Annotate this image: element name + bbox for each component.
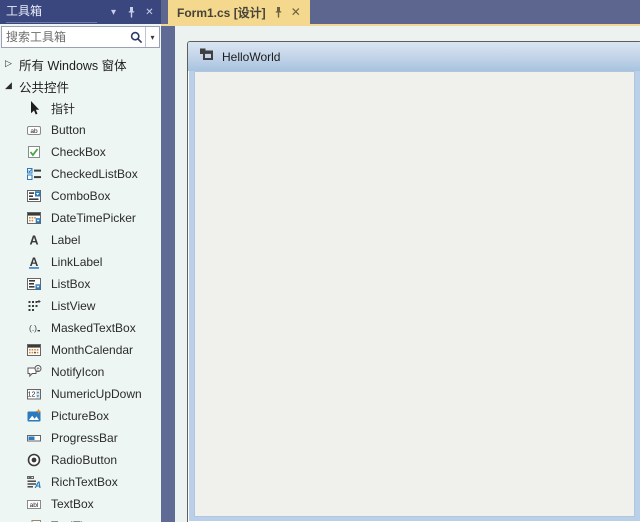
toolbox-item-checkedlistbox[interactable]: CheckedListBox: [0, 163, 161, 185]
tab-close-icon[interactable]: ✕: [291, 5, 301, 19]
monthcalendar-icon: [26, 342, 42, 358]
listview-icon: [26, 298, 42, 314]
svg-text:A: A: [34, 480, 42, 490]
linklabel-icon: A: [26, 254, 42, 270]
search-options-chevron-icon[interactable]: ▾: [146, 33, 159, 42]
toolbox-item-numericupdown[interactable]: 12 NumericUpDown: [0, 383, 161, 405]
toolbox-item-notifyicon[interactable]: e NotifyIcon: [0, 361, 161, 383]
designed-form-window[interactable]: HelloWorld: [187, 41, 640, 522]
toolbox-item-combobox[interactable]: ComboBox: [0, 185, 161, 207]
toolbox-item-progressbar[interactable]: ProgressBar: [0, 427, 161, 449]
tree-expanded-icon[interactable]: ◢: [5, 81, 16, 91]
svg-text:(.): (.): [29, 323, 37, 333]
tooltip-icon: [26, 518, 42, 522]
form-title: HelloWorld: [222, 50, 280, 64]
document-tabstrip: Form1.cs [设计] ✕: [161, 0, 640, 26]
toolbox-titlebar[interactable]: 工具箱 ▾ ✕: [0, 0, 161, 24]
toolbox-search-box: ▾: [1, 26, 160, 48]
combobox-icon: [26, 188, 42, 204]
toolbox-item-richtextbox[interactable]: A RichTextBox: [0, 471, 161, 493]
tab-label: Form1.cs [设计]: [177, 4, 266, 21]
progressbar-icon: [26, 430, 42, 446]
form-titlebar: HelloWorld: [188, 42, 640, 71]
svg-text:abl: abl: [30, 502, 39, 509]
toolbox-item-monthcalendar[interactable]: MonthCalendar: [0, 339, 161, 361]
button-icon: ab: [26, 122, 42, 138]
toolbox-panel: 工具箱 ▾ ✕ ▾ ▷ 所有 Windows 窗体 ◢: [0, 0, 161, 522]
toolbox-item-pointer[interactable]: 指针: [0, 97, 161, 119]
vs-ide-window: 工具箱 ▾ ✕ ▾ ▷ 所有 Windows 窗体 ◢: [0, 0, 640, 522]
tab-form1-design[interactable]: Form1.cs [设计] ✕: [168, 0, 310, 24]
svg-text:12: 12: [28, 392, 36, 399]
document-body: HelloWorld: [161, 26, 640, 522]
toolbox-item-tooltip[interactable]: ToolTip: [0, 515, 161, 522]
toolbox-item-datetimepicker[interactable]: DateTimePicker: [0, 207, 161, 229]
form-icon: [198, 46, 214, 67]
radiobutton-icon: [26, 452, 42, 468]
search-icon[interactable]: [128, 31, 145, 44]
notifyicon-icon: e: [26, 364, 42, 380]
tree-collapsed-icon[interactable]: ▷: [5, 59, 16, 69]
svg-text:A: A: [30, 255, 39, 269]
toolbox-item-checkbox[interactable]: CheckBox: [0, 141, 161, 163]
panel-splitter[interactable]: [161, 26, 175, 522]
svg-text:A: A: [29, 234, 38, 248]
toolbox-list: ▷ 所有 Windows 窗体 ◢ 公共控件 指针 ab Button: [0, 50, 161, 522]
numericupdown-icon: 12: [26, 386, 42, 402]
close-icon[interactable]: ✕: [142, 5, 157, 20]
toolbox-item-radiobutton[interactable]: RadioButton: [0, 449, 161, 471]
toolbox-item-linklabel[interactable]: A LinkLabel: [0, 251, 161, 273]
category-all-windows-forms[interactable]: ▷ 所有 Windows 窗体: [0, 53, 161, 75]
toolbox-item-listview[interactable]: ListView: [0, 295, 161, 317]
toolbox-title: 工具箱: [6, 1, 97, 23]
checkedlistbox-icon: [26, 166, 42, 182]
toolbox-item-textbox[interactable]: abl TextBox: [0, 493, 161, 515]
form-client-area[interactable]: [195, 72, 634, 516]
maskedtextbox-icon: (.): [26, 320, 42, 336]
picturebox-icon: [26, 408, 42, 424]
svg-text:ab: ab: [30, 128, 38, 135]
datetimepicker-icon: [26, 210, 42, 226]
tab-pin-icon[interactable]: [273, 6, 284, 18]
toolbox-item-label[interactable]: A Label: [0, 229, 161, 251]
search-input[interactable]: [2, 30, 128, 44]
toolbox-item-picturebox[interactable]: PictureBox: [0, 405, 161, 427]
pin-icon[interactable]: [124, 5, 139, 20]
toolbox-item-button[interactable]: ab Button: [0, 119, 161, 141]
textbox-icon: abl: [26, 496, 42, 512]
svg-text:e: e: [36, 367, 39, 373]
category-common-controls[interactable]: ◢ 公共控件: [0, 75, 161, 97]
editor-area: Form1.cs [设计] ✕ HelloWorld: [161, 0, 640, 522]
richtextbox-icon: A: [26, 474, 42, 490]
checkbox-icon: [26, 144, 42, 160]
listbox-icon: [26, 276, 42, 292]
forms-designer-surface[interactable]: HelloWorld: [175, 26, 640, 522]
pointer-icon: [26, 100, 42, 116]
toolbox-item-listbox[interactable]: ListBox: [0, 273, 161, 295]
toolbox-item-maskedtextbox[interactable]: (.) MaskedTextBox: [0, 317, 161, 339]
label-icon: A: [26, 232, 42, 248]
window-menu-chevron-icon[interactable]: ▾: [106, 5, 121, 20]
